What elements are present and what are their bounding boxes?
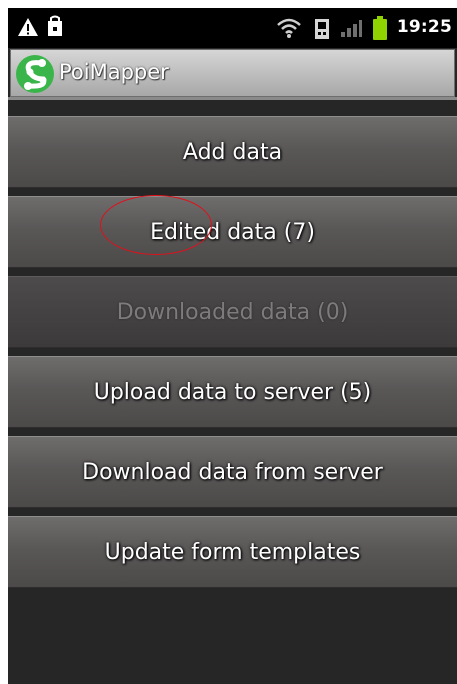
status-clock: 19:25 — [396, 17, 452, 37]
phone-data-icon — [315, 19, 329, 39]
poimapper-logo-icon — [16, 55, 54, 93]
update-form-templates-button[interactable]: Update form templates — [8, 516, 457, 588]
phone-screen: 19:25 PoiMapper Add data Edited data (7)… — [8, 8, 457, 684]
bag-icon — [48, 15, 62, 36]
edited-data-button[interactable]: Edited data (7) — [8, 196, 457, 268]
app-title: PoiMapper — [59, 60, 169, 84]
title-divider — [8, 97, 457, 100]
warning-icon — [18, 18, 38, 36]
app-title-bar: PoiMapper — [10, 49, 455, 97]
main-menu: Add data Edited data (7) Downloaded data… — [8, 116, 457, 596]
status-bar: 19:25 — [8, 8, 457, 48]
downloaded-data-button: Downloaded data (0) — [8, 276, 457, 348]
wifi-icon — [277, 18, 301, 38]
add-data-button[interactable]: Add data — [8, 116, 457, 188]
download-data-button[interactable]: Download data from server — [8, 436, 457, 508]
upload-data-button[interactable]: Upload data to server (5) — [8, 356, 457, 428]
signal-icon — [341, 20, 362, 37]
battery-icon — [373, 16, 387, 40]
